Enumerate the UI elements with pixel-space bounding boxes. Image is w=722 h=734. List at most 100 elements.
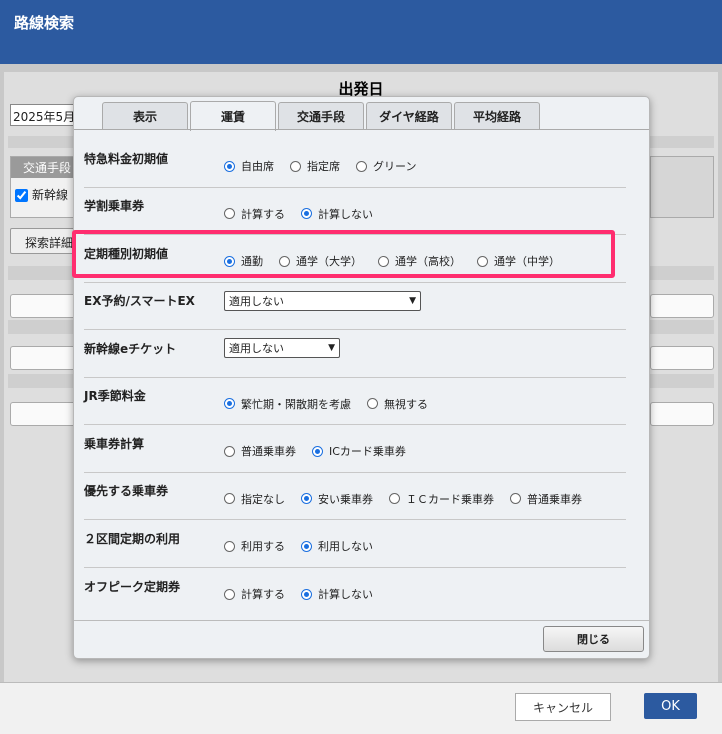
settings-rows: 特急料金初期値 自由席 指定席 グリーン 学割乗車券 計算する 計算しない 定期… [84, 140, 626, 615]
radio[interactable] [224, 208, 235, 220]
option-label: 計算する [241, 207, 285, 221]
radio-selected[interactable] [301, 588, 312, 600]
radio-selected[interactable] [301, 540, 312, 552]
radio-option-no-use[interactable]: 利用しない [301, 538, 373, 554]
radio[interactable] [224, 588, 235, 600]
radio-option-calculate[interactable]: 計算する [224, 206, 285, 222]
eticket-select[interactable]: 適用しない ▼ [224, 338, 340, 359]
radio-option-consider-season[interactable]: 繁忙期・閑散期を考慮 [224, 396, 351, 412]
shinkansen-checkbox[interactable] [15, 189, 28, 202]
option-label: 普通乗車券 [241, 445, 296, 459]
radio-option-ic-ticket[interactable]: ICカード乗車券 [312, 443, 406, 459]
fare-settings-modal: 表示 運賃 交通手段 ダイヤ経路 平均経路 特急料金初期値 自由席 指定席 グリ… [73, 96, 650, 659]
close-button[interactable]: 閉じる [543, 626, 644, 652]
setting-row-ticket-calc: 乗車券計算 普通乗車券 ICカード乗車券 [84, 425, 626, 473]
search-detail-button[interactable]: 探索詳細 [10, 228, 80, 254]
tab-diagram-route[interactable]: ダイヤ経路 [366, 102, 452, 130]
ex-reservation-select[interactable]: 適用しない ▼ [224, 290, 421, 311]
radio-option-green[interactable]: グリーン [356, 158, 416, 174]
background-field [650, 346, 714, 370]
highlight-box [72, 230, 615, 278]
tab-display[interactable]: 表示 [102, 102, 188, 130]
radio[interactable] [510, 493, 521, 505]
date-select[interactable]: 2025年5月 [10, 104, 76, 126]
radio[interactable] [290, 160, 301, 172]
option-label: 利用しない [318, 540, 373, 554]
radio-selected[interactable] [312, 445, 323, 457]
radio-group: 計算する 計算しない [224, 206, 389, 222]
setting-row-priority-ticket: 優先する乗車券 指定なし 安い乗車券 ＩＣカード乗車券 普通乗車券 [84, 473, 626, 520]
option-label: 普通乗車券 [527, 492, 582, 506]
radio[interactable] [224, 540, 235, 552]
radio-group: 繁忙期・閑散期を考慮 無視する [224, 396, 444, 412]
radio-option-regular-ticket[interactable]: 普通乗車券 [224, 443, 296, 459]
background-right-panel [650, 156, 714, 218]
chevron-down-icon: ▼ [409, 295, 416, 306]
radio-option-reserved[interactable]: 指定席 [290, 158, 340, 174]
radio-option-unreserved[interactable]: 自由席 [224, 158, 274, 174]
radio-group: 計算する 計算しない [224, 586, 389, 602]
option-label: 計算する [241, 588, 285, 602]
cancel-button[interactable]: キャンセル [515, 693, 611, 721]
radio-option-no-preference[interactable]: 指定なし [224, 491, 285, 507]
radio-selected[interactable] [301, 493, 312, 505]
transport-item-shinkansen[interactable]: 新幹線 [11, 178, 79, 211]
setting-label: オフピーク定期券 [84, 579, 181, 594]
background-field [650, 402, 714, 426]
radio[interactable] [224, 493, 235, 505]
radio-option-ic-card-ticket[interactable]: ＩＣカード乗車券 [389, 491, 494, 507]
radio-option-no-calculate[interactable]: 計算しない [301, 206, 373, 222]
transport-panel: 交通手段 新幹線 [10, 156, 80, 218]
radio-option-calculate[interactable]: 計算する [224, 586, 285, 602]
radio-option-use[interactable]: 利用する [224, 538, 285, 554]
window-title: 路線検索 [0, 0, 722, 64]
option-label: グリーン [373, 160, 417, 174]
radio-option-cheap-ticket[interactable]: 安い乗車券 [301, 491, 373, 507]
setting-row-express-fare: 特急料金初期値 自由席 指定席 グリーン [84, 140, 626, 188]
option-label: ICカード乗車券 [329, 445, 406, 459]
radio-group: 普通乗車券 ICカード乗車券 [224, 443, 422, 459]
radio-group: 利用する 利用しない [224, 538, 389, 554]
tab-fare[interactable]: 運賃 [190, 101, 276, 131]
option-label: 計算しない [318, 207, 373, 221]
modal-footer-divider [74, 620, 649, 621]
setting-label: 乗車券計算 [84, 436, 145, 451]
option-label: 計算しない [318, 588, 373, 602]
radio[interactable] [389, 493, 400, 505]
radio-selected[interactable] [224, 398, 235, 410]
background-field [10, 402, 80, 426]
tab-divider [74, 129, 649, 130]
chevron-down-icon: ▼ [328, 343, 335, 354]
setting-label: ２区間定期の利用 [84, 531, 181, 546]
option-label: 指定なし [241, 492, 285, 506]
option-label: 利用する [241, 540, 285, 554]
tab-transport[interactable]: 交通手段 [278, 102, 364, 130]
option-label: 指定席 [307, 160, 340, 174]
radio[interactable] [356, 160, 367, 172]
option-label: ＩＣカード乗車券 [406, 492, 494, 506]
radio[interactable] [224, 445, 235, 457]
setting-label: EX予約/スマートEX [84, 294, 195, 309]
setting-row-student-discount: 学割乗車券 計算する 計算しない [84, 188, 626, 235]
setting-label: 優先する乗車券 [84, 484, 169, 499]
radio-option-ignore[interactable]: 無視する [367, 396, 428, 412]
ok-button[interactable]: OK [644, 693, 697, 719]
radio-group: 自由席 指定席 グリーン [224, 158, 432, 174]
setting-label: 新幹線eチケット [84, 341, 177, 356]
radio-selected[interactable] [224, 160, 235, 172]
setting-row-ex-reservation: EX予約/スマートEX 適用しない ▼ [84, 283, 626, 330]
transport-header: 交通手段 [11, 157, 79, 178]
radio-group: 指定なし 安い乗車券 ＩＣカード乗車券 普通乗車券 [224, 491, 598, 507]
setting-label: 学割乗車券 [84, 199, 145, 214]
option-label: 自由席 [241, 160, 274, 174]
radio-option-no-calculate[interactable]: 計算しない [301, 586, 373, 602]
background-field [650, 294, 714, 318]
radio-selected[interactable] [301, 208, 312, 220]
radio[interactable] [367, 398, 378, 410]
option-label: 安い乗車券 [318, 492, 373, 506]
background-field [10, 346, 80, 370]
radio-option-regular-ticket[interactable]: 普通乗車券 [510, 491, 582, 507]
settings-tabs: 表示 運賃 交通手段 ダイヤ経路 平均経路 [102, 101, 542, 132]
tab-average-route[interactable]: 平均経路 [454, 102, 540, 130]
setting-row-jr-seasonal: JR季節料金 繁忙期・閑散期を考慮 無視する [84, 378, 626, 425]
